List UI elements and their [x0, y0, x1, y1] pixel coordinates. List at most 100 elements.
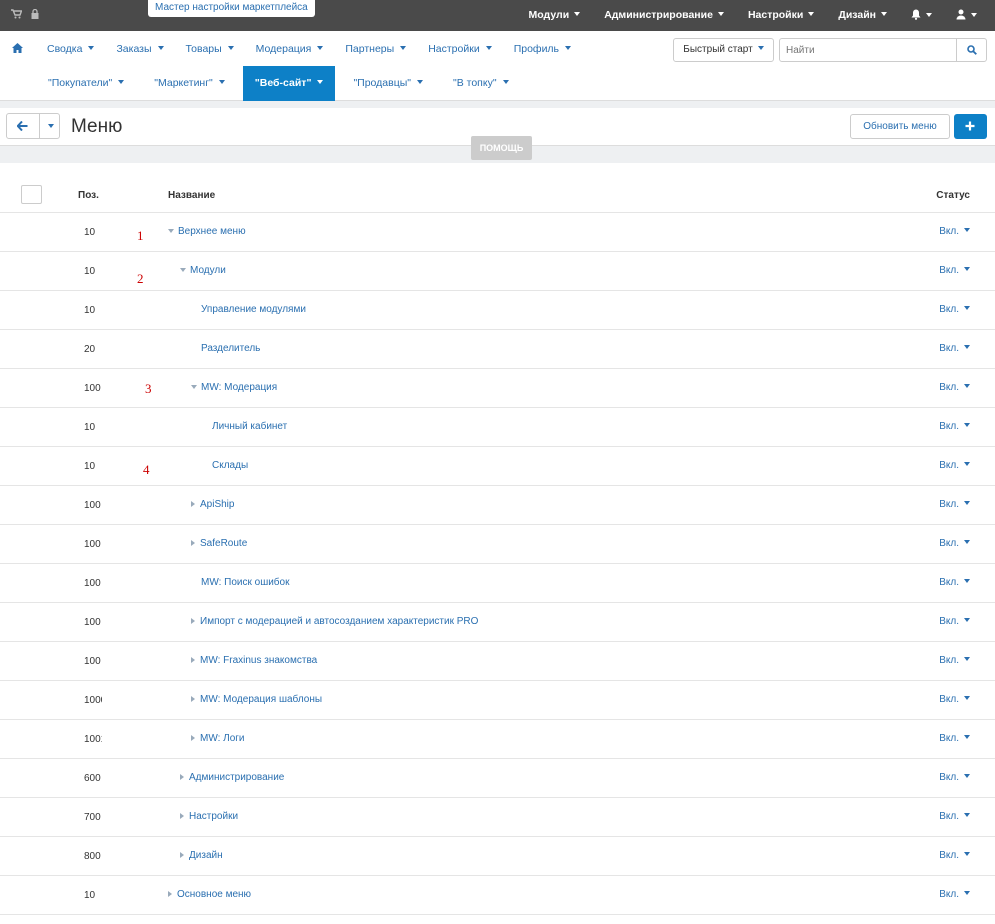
status-dropdown[interactable]: Вкл. — [939, 655, 970, 666]
status-label: Вкл. — [939, 499, 959, 510]
search-input[interactable] — [779, 38, 957, 62]
select-all-checkbox[interactable] — [21, 185, 42, 204]
top-menu-settings[interactable]: Настройки — [748, 9, 815, 22]
column-header-position[interactable]: Поз. — [78, 190, 99, 201]
row-name-link[interactable]: Дизайн — [180, 850, 223, 861]
chevron-down-icon — [926, 13, 932, 17]
row-name-link[interactable]: Склады — [212, 460, 248, 471]
top-menu-design[interactable]: Дизайн — [838, 9, 887, 22]
nav-item-customers[interactable]: "Покупатели" — [36, 66, 136, 101]
status-dropdown[interactable]: Вкл. — [939, 577, 970, 588]
caret-right-icon[interactable] — [191, 540, 195, 546]
row-name-link[interactable]: MW: Fraxinus знакомства — [191, 655, 317, 666]
caret-right-icon[interactable] — [191, 735, 195, 741]
refresh-menu-button[interactable]: Обновить меню — [850, 114, 950, 139]
row-name-link[interactable]: Верхнее меню — [168, 226, 246, 237]
status-dropdown[interactable]: Вкл. — [939, 850, 970, 861]
row-name-link[interactable]: Администрирование — [180, 772, 284, 783]
caret-down-icon[interactable] — [180, 268, 186, 272]
row-name: ApiShip — [200, 499, 235, 510]
caret-right-icon[interactable] — [168, 891, 172, 897]
top-menu-admin[interactable]: Администрирование — [604, 9, 724, 22]
row-name-link[interactable]: Импорт с модерацией и автосозданием хара… — [191, 616, 478, 627]
lock-icon[interactable] — [31, 8, 39, 22]
row-name-link[interactable]: Настройки — [180, 811, 238, 822]
nav-item-products[interactable]: Товары — [186, 43, 234, 56]
row-name-link[interactable]: Разделитель — [201, 343, 260, 354]
column-header-name[interactable]: Название — [168, 190, 215, 201]
caret-right-icon[interactable] — [180, 813, 184, 819]
row-name: Личный кабинет — [212, 421, 288, 432]
row-position: 100 — [84, 578, 101, 589]
nav-item-profile[interactable]: Профиль — [514, 43, 572, 56]
caret-down-icon[interactable] — [191, 385, 197, 389]
status-dropdown[interactable]: Вкл. — [939, 265, 970, 276]
add-button[interactable] — [954, 114, 987, 139]
status-dropdown[interactable]: Вкл. — [939, 304, 970, 315]
status-dropdown[interactable]: Вкл. — [939, 811, 970, 822]
quick-start-button[interactable]: Быстрый старт — [673, 38, 774, 62]
user-menu-button[interactable] — [956, 9, 977, 22]
status-dropdown[interactable]: Вкл. — [939, 772, 970, 783]
nav-item-to-top[interactable]: "В топку" — [441, 66, 521, 101]
caret-right-icon[interactable] — [180, 774, 184, 780]
row-name-link[interactable]: MW: Поиск ошибок — [201, 577, 289, 588]
nav-item-moderation[interactable]: Модерация — [256, 43, 324, 56]
row-name-link[interactable]: MW: Логи — [191, 733, 245, 744]
status-dropdown[interactable]: Вкл. — [939, 382, 970, 393]
status-dropdown[interactable]: Вкл. — [939, 694, 970, 705]
row-name-link[interactable]: MW: Модерация — [191, 382, 277, 393]
row-name-link[interactable]: SafeRoute — [191, 538, 247, 549]
help-button[interactable]: ПОМОЩЬ — [471, 136, 532, 160]
caret-down-icon[interactable] — [168, 229, 174, 233]
top-menu-modules[interactable]: Модули — [529, 9, 581, 22]
notifications-button[interactable] — [911, 9, 932, 22]
caret-right-icon[interactable] — [191, 696, 195, 702]
nav-item-summary[interactable]: Сводка — [47, 43, 95, 56]
chevron-down-icon — [964, 462, 970, 466]
user-icon — [956, 9, 966, 20]
chevron-down-icon — [88, 46, 95, 50]
caret-right-icon[interactable] — [180, 852, 184, 858]
status-label: Вкл. — [939, 889, 959, 900]
column-header-status[interactable]: Статус — [936, 190, 970, 201]
back-dropdown-button[interactable] — [40, 114, 60, 138]
marketplace-wizard-link[interactable]: Мастер настройки маркетплейса — [148, 0, 315, 17]
nav-item-website[interactable]: "Веб-сайт" — [242, 66, 336, 101]
row-position: 100 — [84, 383, 101, 394]
search-button[interactable] — [956, 38, 987, 62]
caret-right-icon[interactable] — [191, 501, 195, 507]
status-dropdown[interactable]: Вкл. — [939, 733, 970, 744]
cart-icon[interactable] — [11, 9, 25, 22]
status-dropdown[interactable]: Вкл. — [939, 460, 970, 471]
status-label: Вкл. — [939, 772, 959, 783]
nav-item-partners[interactable]: Партнеры — [345, 43, 407, 56]
status-dropdown[interactable]: Вкл. — [939, 226, 970, 237]
nav-item-settings[interactable]: Настройки — [428, 43, 492, 56]
back-button[interactable] — [7, 114, 39, 138]
nav-home[interactable] — [12, 43, 23, 56]
status-dropdown[interactable]: Вкл. — [939, 616, 970, 627]
status-dropdown[interactable]: Вкл. — [939, 889, 970, 900]
row-position: 10 — [84, 266, 96, 277]
nav-item-sellers[interactable]: "Продавцы" — [341, 66, 435, 101]
caret-right-icon[interactable] — [191, 618, 195, 624]
row-name-link[interactable]: MW: Модерация шаблоны — [191, 694, 322, 705]
chevron-down-icon — [48, 124, 54, 128]
status-label: Вкл. — [939, 616, 959, 627]
row-name-link[interactable]: ApiShip — [191, 499, 234, 510]
row-position: 20 — [84, 344, 96, 355]
row-name-link[interactable]: Модули — [180, 265, 226, 276]
chevron-down-icon — [400, 46, 407, 50]
status-dropdown[interactable]: Вкл. — [939, 499, 970, 510]
caret-right-icon[interactable] — [191, 657, 195, 663]
status-dropdown[interactable]: Вкл. — [939, 421, 970, 432]
status-dropdown[interactable]: Вкл. — [939, 538, 970, 549]
row-name-link[interactable]: Управление модулями — [201, 304, 306, 315]
row-name-link[interactable]: Основное меню — [168, 889, 251, 900]
row-name-link[interactable]: Личный кабинет — [212, 421, 287, 432]
status-dropdown[interactable]: Вкл. — [939, 343, 970, 354]
chevron-down-icon — [964, 657, 970, 661]
nav-item-marketing[interactable]: "Маркетинг" — [142, 66, 237, 101]
nav-item-orders[interactable]: Заказы — [116, 43, 164, 56]
